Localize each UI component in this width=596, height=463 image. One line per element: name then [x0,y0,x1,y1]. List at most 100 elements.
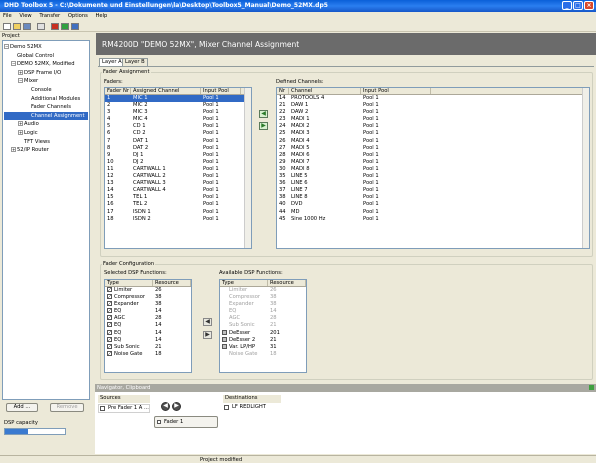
table-row[interactable]: Limiter 26 [105,287,191,294]
tree-item[interactable]: Fader Channels [4,103,88,112]
table-row[interactable]: EQ 14 [220,308,306,315]
table-row[interactable]: 16 TEL 2 Pool 1 [105,201,251,208]
table-row[interactable]: AGC 28 [105,315,191,322]
table-row[interactable]: 38 LINE 8 Pool 1 [277,194,589,201]
table-row[interactable]: Expander 38 [220,301,306,308]
online-icon[interactable] [61,23,69,30]
table-row[interactable]: 26 MADI 4 Pool 1 [277,138,589,145]
table-row[interactable]: Expander 38 [105,301,191,308]
table-row[interactable]: 44 MD Pool 1 [277,209,589,216]
table-row[interactable]: 5 CD 1 Pool 1 [105,123,251,130]
table-row[interactable]: 14 CARTWALL 4 Pool 1 [105,187,251,194]
table-row[interactable]: DeEsser 2 21 [220,336,306,344]
menu-transfer[interactable]: Transfer [39,13,60,19]
column-header[interactable]: Assigned Channel [131,88,201,94]
column-header[interactable]: Input Pool [361,88,431,94]
table-row[interactable]: EQ 14 [105,336,191,344]
tab-layer-a[interactable]: Layer A [99,58,125,66]
minimize-button[interactable]: _ [562,1,572,10]
table-row[interactable]: 13 CARTWALL 3 Pool 1 [105,180,251,187]
table-row[interactable]: 23 MADI 1 Pool 1 [277,116,589,123]
table-row[interactable]: 3 MIC 3 Pool 1 [105,109,251,116]
tree-item[interactable]: + Audio [4,120,88,129]
remove-dsp-button[interactable]: ▶ [203,331,212,339]
defined-channels-list[interactable]: Nr Channel Input Pool 14 PROTOOLS 4 Pool 1 21… [276,87,590,249]
table-row[interactable]: 22 DAW 2 Pool 1 [277,109,589,116]
open-folder-icon[interactable] [13,23,21,30]
table-row[interactable]: Sub Sonic 21 [105,343,191,351]
nav-back-button[interactable]: ◀ [161,402,170,411]
destination-item[interactable]: LF REDLIGHT [223,404,281,412]
table-row[interactable]: 12 CARTWALL 2 Pool 1 [105,173,251,180]
save-icon[interactable] [23,23,31,30]
column-header[interactable]: Type [220,280,268,286]
table-row[interactable]: 27 MADI 5 Pool 1 [277,145,589,152]
faders-scrollbar[interactable] [244,88,251,248]
table-row[interactable]: 40 DVD Pool 1 [277,201,589,208]
tree-item[interactable]: + Logic [4,129,88,138]
remove-button[interactable]: Remove [50,403,84,412]
table-row[interactable]: 1 MIC 1 Pool 1 [105,95,251,103]
table-row[interactable]: 37 LINE 7 Pool 1 [277,187,589,194]
expand-icon[interactable]: + [11,147,16,153]
table-row[interactable]: 2 MIC 2 Pool 1 [105,102,251,109]
column-header[interactable]: Nr [277,88,289,94]
table-row[interactable]: EQ 14 [105,322,191,329]
expand-icon[interactable]: − [4,44,9,49]
expand-icon[interactable]: + [18,69,23,75]
tree-item[interactable]: − Demo 52MX [4,43,88,52]
transfer-icon[interactable] [51,23,59,30]
table-row[interactable]: 45 Sine 1000 Hz Pool 1 [277,216,589,223]
table-row[interactable]: Compressor 38 [105,294,191,301]
table-row[interactable]: 11 CARTWALL 1 Pool 1 [105,166,251,173]
faders-list[interactable]: Fader Nr Assigned Channel Input Pool 1 MIC … [104,87,252,249]
table-row[interactable]: DeEsser 201 [220,329,306,337]
tree-item[interactable]: TFT Views [4,138,88,147]
table-row[interactable]: 9 DJ 1 Pool 1 [105,152,251,159]
print-icon[interactable] [37,23,45,30]
add-button[interactable]: Add ... [6,403,38,412]
table-row[interactable]: 8 DAT 2 Pool 1 [105,145,251,152]
table-row[interactable]: 28 MADI 6 Pool 1 [277,152,589,159]
add-dsp-button[interactable]: ◀ [203,318,212,326]
table-row[interactable]: 7 DAT 1 Pool 1 [105,138,251,145]
nav-forward-button[interactable]: ▶ [172,402,181,411]
tree-item[interactable]: − Mixer [4,77,88,86]
table-row[interactable]: 6 CD 2 Pool 1 [105,130,251,137]
column-header[interactable]: Type [105,280,153,286]
table-row[interactable]: Noise Gate 18 [220,350,306,358]
table-row[interactable]: 29 MADI 7 Pool 1 [277,159,589,166]
close-button[interactable]: × [584,1,594,10]
table-row[interactable]: 36 LINE 6 Pool 1 [277,180,589,187]
menu-options[interactable]: Options [68,13,88,19]
tree-item[interactable]: +52/IP Router [4,146,88,155]
table-row[interactable]: Noise Gate 18 [105,350,191,358]
expand-icon[interactable]: + [18,129,23,135]
available-dsp-list[interactable]: Type Resource Limiter 26 Compressor 38 Expand… [219,279,307,373]
expand-icon[interactable]: + [18,121,23,127]
tree-item[interactable]: Additional Modules [4,95,88,104]
column-header[interactable]: Resource [153,280,191,286]
menu-file[interactable]: File [3,13,12,19]
tree-item[interactable]: Global Control [4,52,88,61]
selected-dsp-list[interactable]: Type Resource Limiter 26 Compressor 38 Expand… [104,279,192,373]
table-row[interactable]: 18 ISDN 2 Pool 1 [105,216,251,223]
expand-icon[interactable]: − [18,78,23,84]
table-row[interactable]: AGC 28 [220,315,306,322]
table-row[interactable]: EQ 14 [105,308,191,315]
column-header[interactable]: Channel [289,88,361,94]
menu-help[interactable]: Help [96,13,108,19]
table-row[interactable]: 30 MADI 8 Pool 1 [277,166,589,173]
new-file-icon[interactable] [3,23,11,30]
assign-left-button[interactable]: ◀ [259,110,268,118]
source-item[interactable]: Pre Fader 1 A ... [98,404,150,413]
tree-item[interactable]: + DSP Frame I/O [4,69,88,78]
tab-layer-b[interactable]: Layer B [122,58,148,66]
monitor-icon[interactable] [71,23,79,30]
column-header[interactable]: Fader Nr [105,88,131,94]
table-row[interactable]: 24 MADI 2 Pool 1 [277,123,589,130]
column-header[interactable]: Resource [268,280,306,286]
table-row[interactable]: 35 LINE 5 Pool 1 [277,173,589,180]
maximize-button[interactable]: □ [573,1,583,10]
table-row[interactable]: 25 MADI 3 Pool 1 [277,130,589,137]
